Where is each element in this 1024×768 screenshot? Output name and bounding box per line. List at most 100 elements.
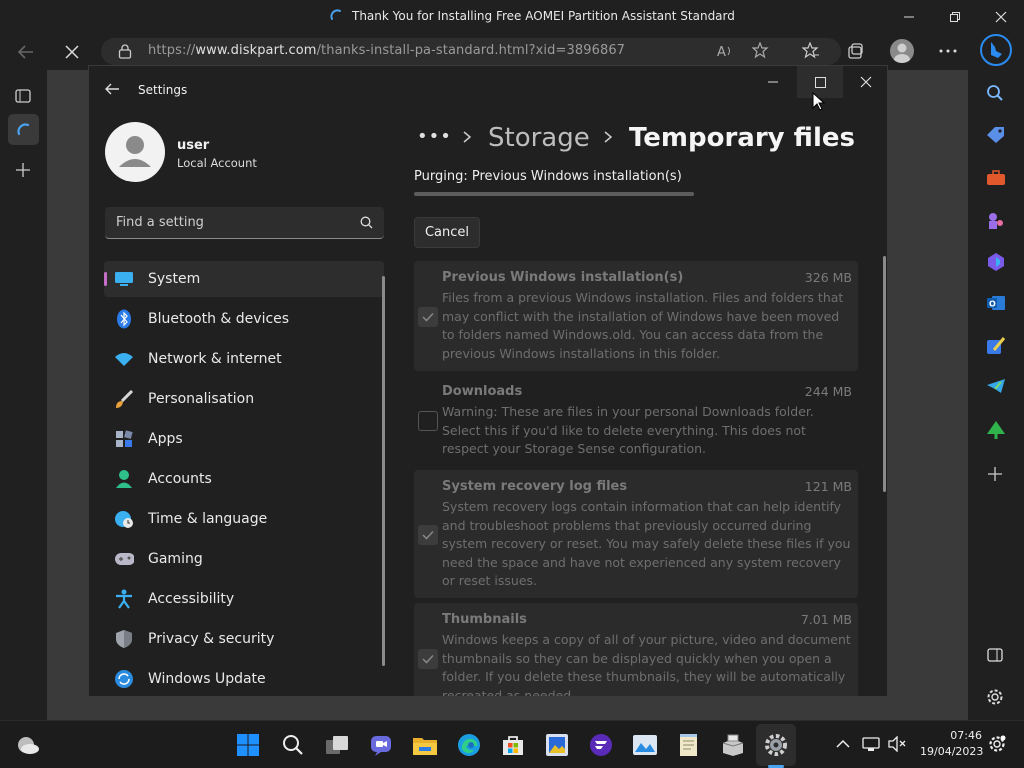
hide-sidebar-icon[interactable] — [987, 647, 1003, 663]
update-icon — [114, 669, 134, 689]
add-favorite-icon[interactable] — [752, 42, 770, 60]
collections-icon[interactable] — [846, 42, 864, 60]
nav-item-personalisation[interactable]: Personalisation — [104, 381, 384, 417]
nav-item-privacy-security[interactable]: Privacy & security — [104, 621, 384, 657]
content-scrollbar[interactable] — [883, 256, 886, 492]
browser-tab[interactable]: Thank You for Installing Free AOMEI Part… — [330, 9, 735, 23]
taskbar: 07:46 19/04/2023 — [0, 720, 1024, 768]
outlook-icon[interactable]: O — [986, 294, 1006, 312]
url-domain: www.diskpart.com — [195, 43, 317, 58]
profile-avatar[interactable] — [890, 39, 914, 63]
bluetooth-icon — [114, 309, 134, 329]
settings-window: Settings user Local Account Find a setti… — [88, 65, 888, 697]
show-hidden-icons-chevron-up-icon[interactable] — [836, 739, 850, 749]
weather-icon[interactable] — [14, 731, 42, 759]
image-viewer-icon[interactable] — [631, 731, 659, 759]
checkbox-previous-windows[interactable] — [418, 307, 438, 327]
file-card-title: Downloads — [442, 384, 523, 399]
file-card-previous-windows: Previous Windows installation(s) 326 MB … — [414, 261, 858, 371]
url-prefix: https:// — [148, 43, 196, 58]
games-chess-icon[interactable] — [986, 212, 1004, 230]
file-card-description: Windows keeps a copy of all of your pict… — [442, 632, 851, 697]
back-arrow-icon[interactable] — [16, 42, 36, 62]
settings-close-button[interactable] — [851, 74, 881, 90]
nav-item-accounts[interactable]: Accounts — [104, 461, 384, 497]
taskbar-search-icon[interactable] — [279, 731, 307, 759]
nav-item-bluetooth[interactable]: Bluetooth & devices — [104, 301, 384, 337]
apps-icon — [114, 429, 134, 449]
globe-clock-icon — [114, 509, 134, 529]
nav-item-system[interactable]: System — [104, 261, 384, 297]
microsoft-365-icon[interactable] — [986, 252, 1006, 272]
nav-item-gaming[interactable]: Gaming — [104, 541, 384, 577]
search-icon[interactable] — [986, 84, 1004, 102]
check-icon — [422, 654, 434, 664]
check-icon — [422, 312, 434, 322]
tab-actions-icon[interactable] — [15, 88, 31, 104]
search-icon[interactable] — [360, 216, 373, 229]
nav-item-apps[interactable]: Apps — [104, 421, 384, 457]
checkbox-thumbnails[interactable] — [418, 649, 438, 669]
nav-item-label: Bluetooth & devices — [148, 311, 290, 327]
file-card-size: 244 MB — [804, 384, 852, 399]
teams-chat-icon[interactable] — [367, 731, 395, 759]
add-sidebar-app-icon[interactable] — [987, 466, 1003, 482]
read-aloud-icon[interactable]: A — [717, 43, 735, 59]
edge-browser-icon[interactable] — [455, 731, 483, 759]
gamepad-icon — [114, 549, 134, 569]
settings-taskbar-gear-icon[interactable] — [762, 731, 790, 759]
lock-icon[interactable] — [118, 43, 132, 59]
telegram-icon[interactable] — [986, 378, 1006, 394]
nav-item-label: Windows Update — [148, 671, 266, 687]
purge-progress-track — [414, 192, 694, 196]
checkbox-downloads[interactable] — [418, 411, 438, 431]
settings-back-arrow-icon[interactable] — [104, 82, 120, 96]
browser-vertical-tabs — [0, 70, 47, 720]
nav-item-network[interactable]: Network & internet — [104, 341, 384, 377]
active-tab-button[interactable] — [8, 114, 39, 145]
favorites-icon[interactable] — [802, 42, 820, 60]
file-card-description: Files from a previous Windows installati… — [442, 290, 844, 361]
file-card-title: System recovery log files — [442, 479, 628, 494]
file-explorer-icon[interactable] — [411, 731, 439, 759]
user-avatar[interactable] — [105, 122, 165, 182]
file-card-size: 326 MB — [804, 270, 852, 285]
notification-gear-icon[interactable] — [988, 735, 1006, 753]
settings-minimize-button[interactable] — [761, 74, 785, 90]
clock-date[interactable]: 19/04/2023 — [920, 745, 983, 758]
task-view-icon[interactable] — [323, 731, 351, 759]
browser-minimize-button[interactable] — [886, 0, 932, 34]
installer-package-icon[interactable] — [719, 731, 747, 759]
breadcrumb-storage[interactable]: Storage — [488, 123, 590, 153]
flow-app-icon[interactable] — [587, 731, 615, 759]
browser-restore-button[interactable] — [932, 0, 978, 34]
photos-app-icon[interactable] — [543, 731, 571, 759]
sidebar-settings-gear-icon[interactable] — [986, 688, 1004, 706]
more-options-icon[interactable] — [938, 42, 958, 60]
start-windows-icon[interactable] — [234, 731, 262, 759]
find-setting-search-input[interactable]: Find a setting — [105, 207, 384, 239]
network-ethernet-icon[interactable] — [862, 736, 880, 752]
notepad-icon[interactable] — [675, 731, 703, 759]
nav-item-label: Apps — [148, 431, 183, 447]
file-card-description: System recovery logs contain information… — [442, 499, 851, 588]
bing-copilot-icon[interactable] — [980, 34, 1012, 66]
microsoft-store-icon[interactable] — [499, 731, 527, 759]
breadcrumb-more[interactable]: ••• — [417, 126, 452, 147]
stop-loading-icon[interactable] — [62, 42, 82, 62]
checkbox-recovery-logs[interactable] — [418, 525, 438, 545]
drop-tool-icon[interactable] — [986, 336, 1006, 356]
nav-item-accessibility[interactable]: Accessibility — [104, 581, 384, 617]
new-tab-icon[interactable] — [15, 162, 31, 178]
volume-muted-icon[interactable] — [888, 736, 906, 752]
tools-briefcase-icon[interactable] — [986, 170, 1006, 186]
nav-item-windows-update[interactable]: Windows Update — [104, 661, 384, 696]
nav-item-time-language[interactable]: Time & language — [104, 501, 384, 537]
nav-scrollbar[interactable] — [382, 276, 385, 666]
cancel-button[interactable]: Cancel — [414, 217, 480, 248]
browser-close-button[interactable] — [978, 0, 1024, 34]
clock-time[interactable]: 07:46 — [920, 729, 982, 742]
nav-item-label: Network & internet — [148, 351, 282, 367]
shopping-tag-icon[interactable] — [986, 126, 1006, 144]
tree-icon[interactable] — [986, 420, 1006, 440]
